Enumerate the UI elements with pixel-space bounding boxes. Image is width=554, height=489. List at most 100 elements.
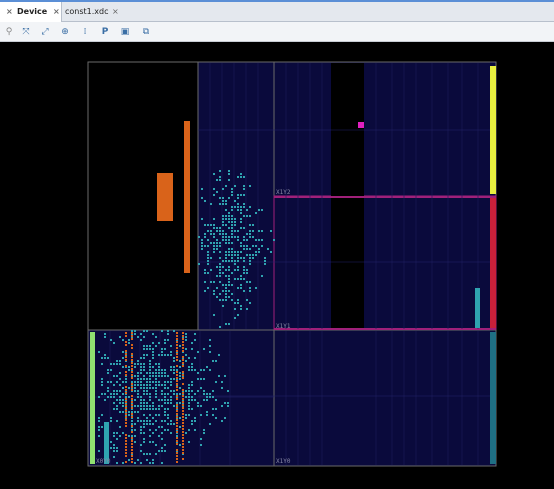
auto-place-icon[interactable]: ⧉ [139, 25, 153, 39]
placed-cell [176, 353, 178, 355]
select-area-icon[interactable]: ▣ [118, 25, 132, 39]
placed-cell [225, 224, 227, 226]
placed-cell [140, 369, 142, 371]
io-column-orange[interactable] [184, 121, 190, 273]
placed-cell [131, 389, 133, 391]
close-icon[interactable]: × [112, 2, 119, 22]
tab-device[interactable]: × Device × [0, 2, 62, 22]
placed-cell [176, 341, 178, 343]
placed-cell [228, 179, 230, 181]
zoom-fit-icon[interactable]: ⤢ [38, 25, 52, 39]
placed-cell [182, 371, 184, 373]
placed-cell [194, 420, 196, 422]
placed-cell [222, 215, 224, 217]
placed-cell [161, 450, 163, 452]
placed-cell [222, 284, 224, 286]
placed-cell [161, 393, 163, 395]
placed-cell [137, 375, 139, 377]
placed-cell [161, 426, 163, 428]
close-icon[interactable]: × [6, 2, 13, 22]
placed-cell [206, 399, 208, 401]
placed-cell [185, 396, 187, 398]
io-bank-yellow[interactable] [490, 66, 496, 194]
placed-cell [237, 287, 239, 289]
placed-cell [146, 420, 148, 422]
placed-cell [240, 221, 242, 223]
placed-cell [243, 194, 245, 196]
placed-cell [261, 245, 263, 247]
placed-cell [201, 239, 203, 241]
placed-cell [167, 381, 169, 383]
placed-cell [197, 402, 199, 404]
placed-cell [143, 414, 145, 416]
tab-const1-xdc[interactable]: const1.xdc × [62, 2, 120, 22]
placed-cell [143, 420, 145, 422]
placed-cell [191, 366, 193, 368]
placed-cell [176, 380, 178, 382]
placed-cell [131, 429, 133, 431]
device-floorplan[interactable]: X1Y2 X1Y1 X0Y0 X1Y0 [0, 42, 554, 485]
io-bank-red[interactable] [490, 198, 496, 328]
placed-cell [164, 420, 166, 422]
placed-cell [113, 447, 115, 449]
marker-magenta[interactable] [358, 122, 364, 128]
placed-cell [228, 242, 230, 244]
placed-cell [122, 462, 124, 464]
placed-cell [113, 408, 115, 410]
placed-cell [158, 450, 160, 452]
placed-cell [155, 372, 157, 374]
io-bank-teal[interactable] [490, 332, 496, 464]
placed-cell [188, 408, 190, 410]
placed-cell [201, 245, 203, 247]
placed-cell [158, 384, 160, 386]
placed-cell [240, 176, 242, 178]
placed-cell [222, 200, 224, 202]
placed-cell [237, 299, 239, 301]
placed-cell [204, 224, 206, 226]
placed-cell [176, 393, 178, 395]
fit-selection-icon[interactable]: ⤧ [19, 25, 33, 39]
placed-cell [234, 185, 236, 187]
placed-cell [218, 354, 220, 356]
placed-cell [249, 206, 251, 208]
placed-cell [182, 341, 184, 343]
placed-cell [167, 417, 169, 419]
placed-cell [179, 417, 181, 419]
io-bank-green[interactable] [90, 332, 95, 464]
placed-cell [234, 317, 236, 319]
search-icon[interactable]: ⚲ [2, 25, 16, 39]
placed-cell [219, 233, 221, 235]
crosshair-icon[interactable]: ⊕ [58, 25, 72, 39]
placed-cell [131, 353, 133, 355]
placed-cell [261, 239, 263, 241]
placed-cell [158, 408, 160, 410]
placed-cell [228, 221, 230, 223]
device-view-canvas[interactable]: X1Y2 X1Y1 X0Y0 X1Y0 [0, 42, 554, 485]
placed-cell [231, 230, 233, 232]
placed-cell [128, 459, 130, 461]
placed-cell [98, 396, 100, 398]
placed-cell [140, 381, 142, 383]
used-dsp-column[interactable] [475, 288, 480, 328]
placed-cell [228, 296, 230, 298]
placed-cell [155, 363, 157, 365]
placed-cell [188, 369, 190, 371]
placed-cell [137, 393, 139, 395]
placed-cell [182, 356, 184, 358]
placed-cell [228, 251, 230, 253]
io-block-orange[interactable] [157, 173, 173, 221]
placed-cell [194, 369, 196, 371]
placed-cell [125, 404, 127, 406]
placed-cell [185, 390, 187, 392]
placed-cell [231, 251, 233, 253]
placed-cell [134, 333, 136, 335]
placed-cell [176, 365, 178, 367]
pblock-icon[interactable]: P [98, 25, 112, 39]
placed-cell [176, 377, 178, 379]
placed-cell [200, 378, 202, 380]
close-icon[interactable]: × [53, 2, 60, 22]
routing-resources-icon[interactable]: ⁞ [78, 25, 92, 39]
placed-cell [101, 384, 103, 386]
placed-cell [128, 366, 130, 368]
placed-cell [194, 417, 196, 419]
